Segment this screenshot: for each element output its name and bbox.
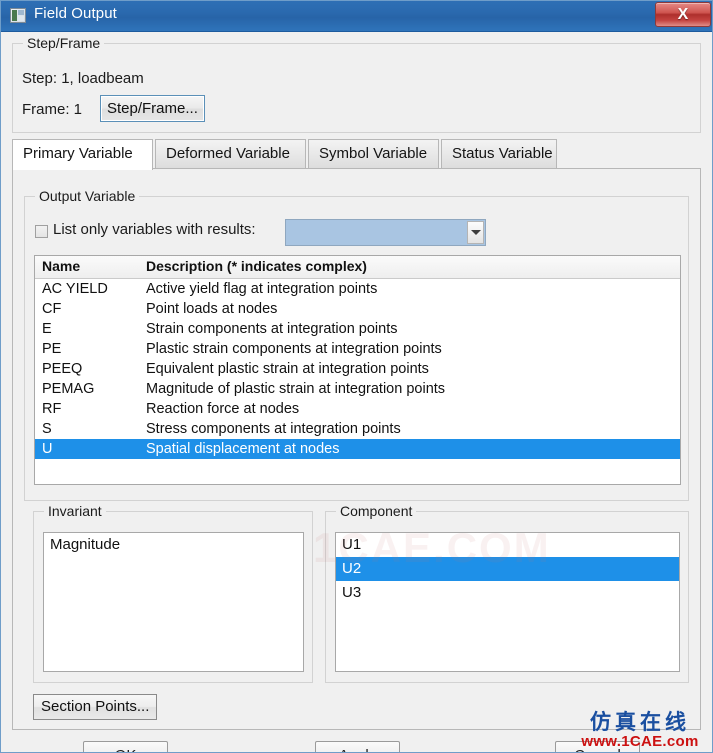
column-header-name: Name xyxy=(42,258,81,274)
step-frame-group: Step/Frame Step: 1, loadbeam Frame: 1 St… xyxy=(12,35,701,133)
list-only-results-label: List only variables with results: xyxy=(53,221,256,238)
list-item[interactable]: U3 xyxy=(336,581,679,605)
invariant-group: Invariant Magnitude xyxy=(33,503,313,683)
step-frame-group-title: Step/Frame xyxy=(23,35,105,51)
table-row[interactable]: CF Point loads at nodes xyxy=(35,299,680,319)
list-item[interactable]: Magnitude xyxy=(44,533,303,557)
cell-name: PEMAG xyxy=(42,381,95,397)
close-icon: X xyxy=(677,6,689,23)
step-value-label: Step: 1, loadbeam xyxy=(22,70,144,87)
list-only-results-checkbox[interactable] xyxy=(35,225,48,238)
table-row[interactable]: E Strain components at integration points xyxy=(35,319,680,339)
frame-value-label: Frame: 1 xyxy=(22,101,83,118)
output-variable-list[interactable]: Name Description (* indicates complex) A… xyxy=(34,255,681,485)
apply-button[interactable]: Apply xyxy=(315,741,400,752)
cell-name: CF xyxy=(42,301,62,317)
cell-description: Strain components at integration points xyxy=(146,321,398,337)
component-list[interactable]: U1 U2 U3 xyxy=(335,532,680,672)
tab-deformed-variable[interactable]: Deformed Variable xyxy=(155,139,306,169)
cell-name: S xyxy=(42,421,52,437)
cell-description: Point loads at nodes xyxy=(146,301,278,317)
dialog-client-area: Step/Frame Step: 1, loadbeam Frame: 1 St… xyxy=(1,32,712,752)
filter-combobox[interactable] xyxy=(285,219,486,246)
column-header-description: Description (* indicates complex) xyxy=(146,258,367,274)
cell-name: PEEQ xyxy=(42,361,83,377)
list-item[interactable]: U2 xyxy=(336,557,679,581)
invariant-list[interactable]: Magnitude xyxy=(43,532,304,672)
cell-description: Reaction force at nodes xyxy=(146,401,300,417)
cell-name: AC YIELD xyxy=(42,281,108,297)
cancel-button[interactable]: Cancel xyxy=(555,741,640,752)
section-points-button[interactable]: Section Points... xyxy=(33,694,158,720)
primary-variable-tab-page: Output Variable List only variables with… xyxy=(12,168,701,730)
invariant-group-title: Invariant xyxy=(44,503,106,519)
title-bar: Field Output X xyxy=(1,1,712,32)
cell-description: Spatial displacement at nodes xyxy=(146,441,340,457)
filter-row: List only variables with results: xyxy=(35,219,680,246)
tab-symbol-variable[interactable]: Symbol Variable xyxy=(308,139,439,169)
cell-description: Stress components at integration points xyxy=(146,421,401,437)
output-variable-list-header: Name Description (* indicates complex) xyxy=(35,256,680,279)
chevron-down-icon[interactable] xyxy=(467,221,484,244)
window-title: Field Output xyxy=(34,5,117,22)
component-group-title: Component xyxy=(336,503,417,519)
cell-name: E xyxy=(42,321,52,337)
list-item[interactable]: U1 xyxy=(336,533,679,557)
table-row[interactable]: AC YIELD Active yield flag at integration… xyxy=(35,279,680,299)
close-button[interactable]: X xyxy=(655,2,711,27)
cell-description: Magnitude of plastic strain at integrati… xyxy=(146,381,446,397)
tab-primary-variable[interactable]: Primary Variable xyxy=(12,139,153,170)
output-variable-list-body: AC YIELD Active yield flag at integration… xyxy=(35,279,680,459)
cell-description: Active yield flag at integration points xyxy=(146,281,378,297)
tab-status-variable[interactable]: Status Variable xyxy=(441,139,557,169)
table-row[interactable]: PE Plastic strain components at integrati… xyxy=(35,339,680,359)
field-output-icon xyxy=(10,8,26,23)
cell-description: Plastic strain components at integration… xyxy=(146,341,442,357)
output-variable-group: Output Variable List only variables with… xyxy=(24,188,689,501)
output-variable-group-title: Output Variable xyxy=(35,188,140,204)
cell-name: PE xyxy=(42,341,62,357)
tab-strip: Primary Variable Deformed Variable Symbol … xyxy=(12,139,701,170)
cell-name: U xyxy=(42,441,53,457)
cell-description: Equivalent plastic strain at integration… xyxy=(146,361,429,377)
table-row[interactable]: RF Reaction force at nodes xyxy=(35,399,680,419)
table-row[interactable]: S Stress components at integration points xyxy=(35,419,680,439)
table-row[interactable]: PEEQ Equivalent plastic strain at integra… xyxy=(35,359,680,379)
step-frame-button[interactable]: Step/Frame... xyxy=(100,95,205,122)
field-output-dialog: Field Output X Step/Frame Step: 1, loadb… xyxy=(0,0,713,753)
table-row[interactable]: PEMAG Magnitude of plastic strain at inte… xyxy=(35,379,680,399)
cell-name: RF xyxy=(42,401,62,417)
table-row[interactable]: U Spatial displacement at nodes xyxy=(35,439,680,459)
ok-button[interactable]: OK xyxy=(83,741,168,752)
component-group: Component U1 U2 U3 xyxy=(325,503,689,683)
